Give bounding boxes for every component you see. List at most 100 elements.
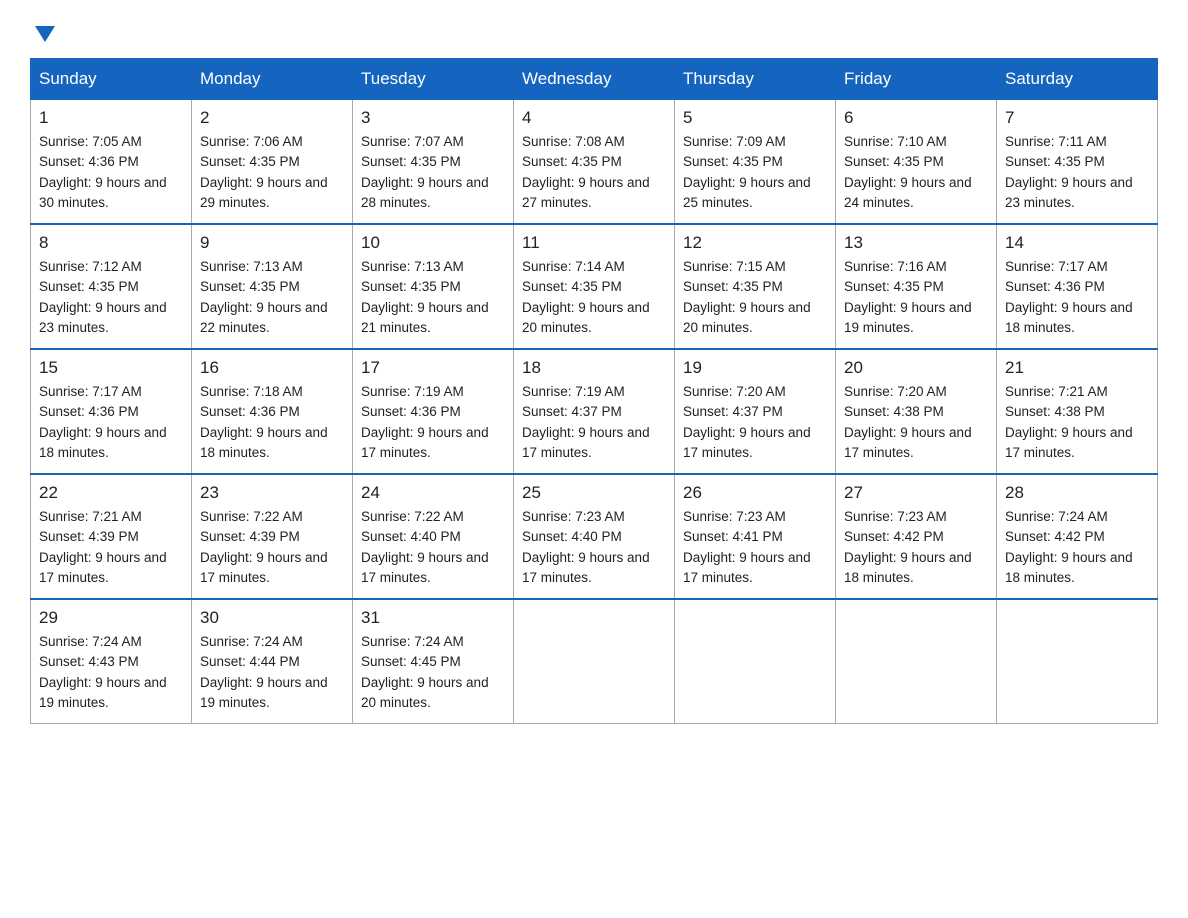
- calendar-cell: 20 Sunrise: 7:20 AMSunset: 4:38 PMDaylig…: [836, 349, 997, 474]
- calendar-week-row: 1 Sunrise: 7:05 AMSunset: 4:36 PMDayligh…: [31, 100, 1158, 225]
- day-info: Sunrise: 7:20 AMSunset: 4:37 PMDaylight:…: [683, 384, 811, 460]
- day-number: 20: [844, 358, 988, 378]
- day-info: Sunrise: 7:23 AMSunset: 4:42 PMDaylight:…: [844, 509, 972, 585]
- calendar-cell: 31 Sunrise: 7:24 AMSunset: 4:45 PMDaylig…: [353, 599, 514, 724]
- calendar-cell: [675, 599, 836, 724]
- calendar-cell: 28 Sunrise: 7:24 AMSunset: 4:42 PMDaylig…: [997, 474, 1158, 599]
- calendar-cell: 19 Sunrise: 7:20 AMSunset: 4:37 PMDaylig…: [675, 349, 836, 474]
- calendar-cell: [997, 599, 1158, 724]
- day-info: Sunrise: 7:22 AMSunset: 4:40 PMDaylight:…: [361, 509, 489, 585]
- calendar-cell: 27 Sunrise: 7:23 AMSunset: 4:42 PMDaylig…: [836, 474, 997, 599]
- calendar-cell: 14 Sunrise: 7:17 AMSunset: 4:36 PMDaylig…: [997, 224, 1158, 349]
- day-info: Sunrise: 7:20 AMSunset: 4:38 PMDaylight:…: [844, 384, 972, 460]
- day-number: 1: [39, 108, 183, 128]
- day-info: Sunrise: 7:21 AMSunset: 4:38 PMDaylight:…: [1005, 384, 1133, 460]
- header-tuesday: Tuesday: [353, 59, 514, 100]
- page-header: [30, 20, 1158, 40]
- day-number: 2: [200, 108, 344, 128]
- calendar-cell: 5 Sunrise: 7:09 AMSunset: 4:35 PMDayligh…: [675, 100, 836, 225]
- calendar-cell: 26 Sunrise: 7:23 AMSunset: 4:41 PMDaylig…: [675, 474, 836, 599]
- day-number: 27: [844, 483, 988, 503]
- calendar-week-row: 22 Sunrise: 7:21 AMSunset: 4:39 PMDaylig…: [31, 474, 1158, 599]
- day-number: 21: [1005, 358, 1149, 378]
- day-number: 14: [1005, 233, 1149, 253]
- calendar-cell: 22 Sunrise: 7:21 AMSunset: 4:39 PMDaylig…: [31, 474, 192, 599]
- day-info: Sunrise: 7:24 AMSunset: 4:43 PMDaylight:…: [39, 634, 167, 710]
- day-number: 10: [361, 233, 505, 253]
- day-info: Sunrise: 7:07 AMSunset: 4:35 PMDaylight:…: [361, 134, 489, 210]
- header-thursday: Thursday: [675, 59, 836, 100]
- day-number: 19: [683, 358, 827, 378]
- day-info: Sunrise: 7:12 AMSunset: 4:35 PMDaylight:…: [39, 259, 167, 335]
- day-info: Sunrise: 7:10 AMSunset: 4:35 PMDaylight:…: [844, 134, 972, 210]
- header-monday: Monday: [192, 59, 353, 100]
- day-number: 15: [39, 358, 183, 378]
- day-info: Sunrise: 7:17 AMSunset: 4:36 PMDaylight:…: [1005, 259, 1133, 335]
- day-info: Sunrise: 7:18 AMSunset: 4:36 PMDaylight:…: [200, 384, 328, 460]
- day-info: Sunrise: 7:21 AMSunset: 4:39 PMDaylight:…: [39, 509, 167, 585]
- day-number: 3: [361, 108, 505, 128]
- day-info: Sunrise: 7:19 AMSunset: 4:37 PMDaylight:…: [522, 384, 650, 460]
- calendar-cell: 6 Sunrise: 7:10 AMSunset: 4:35 PMDayligh…: [836, 100, 997, 225]
- calendar-cell: 3 Sunrise: 7:07 AMSunset: 4:35 PMDayligh…: [353, 100, 514, 225]
- day-info: Sunrise: 7:13 AMSunset: 4:35 PMDaylight:…: [200, 259, 328, 335]
- calendar-cell: 10 Sunrise: 7:13 AMSunset: 4:35 PMDaylig…: [353, 224, 514, 349]
- calendar-cell: 1 Sunrise: 7:05 AMSunset: 4:36 PMDayligh…: [31, 100, 192, 225]
- calendar-table: SundayMondayTuesdayWednesdayThursdayFrid…: [30, 58, 1158, 724]
- day-number: 28: [1005, 483, 1149, 503]
- calendar-cell: 9 Sunrise: 7:13 AMSunset: 4:35 PMDayligh…: [192, 224, 353, 349]
- calendar-cell: 29 Sunrise: 7:24 AMSunset: 4:43 PMDaylig…: [31, 599, 192, 724]
- day-number: 25: [522, 483, 666, 503]
- calendar-cell: 17 Sunrise: 7:19 AMSunset: 4:36 PMDaylig…: [353, 349, 514, 474]
- day-info: Sunrise: 7:15 AMSunset: 4:35 PMDaylight:…: [683, 259, 811, 335]
- logo-triangle-icon: [35, 26, 55, 42]
- day-number: 29: [39, 608, 183, 628]
- day-number: 12: [683, 233, 827, 253]
- day-info: Sunrise: 7:06 AMSunset: 4:35 PMDaylight:…: [200, 134, 328, 210]
- day-number: 18: [522, 358, 666, 378]
- header-friday: Friday: [836, 59, 997, 100]
- day-number: 7: [1005, 108, 1149, 128]
- day-number: 22: [39, 483, 183, 503]
- calendar-cell: 18 Sunrise: 7:19 AMSunset: 4:37 PMDaylig…: [514, 349, 675, 474]
- calendar-cell: 4 Sunrise: 7:08 AMSunset: 4:35 PMDayligh…: [514, 100, 675, 225]
- calendar-cell: 30 Sunrise: 7:24 AMSunset: 4:44 PMDaylig…: [192, 599, 353, 724]
- logo-blue-text: [30, 26, 55, 40]
- day-number: 31: [361, 608, 505, 628]
- day-info: Sunrise: 7:22 AMSunset: 4:39 PMDaylight:…: [200, 509, 328, 585]
- day-info: Sunrise: 7:17 AMSunset: 4:36 PMDaylight:…: [39, 384, 167, 460]
- day-number: 26: [683, 483, 827, 503]
- calendar-cell: 12 Sunrise: 7:15 AMSunset: 4:35 PMDaylig…: [675, 224, 836, 349]
- day-info: Sunrise: 7:23 AMSunset: 4:40 PMDaylight:…: [522, 509, 650, 585]
- calendar-cell: 24 Sunrise: 7:22 AMSunset: 4:40 PMDaylig…: [353, 474, 514, 599]
- day-number: 8: [39, 233, 183, 253]
- calendar-cell: 15 Sunrise: 7:17 AMSunset: 4:36 PMDaylig…: [31, 349, 192, 474]
- day-number: 4: [522, 108, 666, 128]
- day-info: Sunrise: 7:24 AMSunset: 4:45 PMDaylight:…: [361, 634, 489, 710]
- day-number: 9: [200, 233, 344, 253]
- calendar-week-row: 15 Sunrise: 7:17 AMSunset: 4:36 PMDaylig…: [31, 349, 1158, 474]
- calendar-cell: 16 Sunrise: 7:18 AMSunset: 4:36 PMDaylig…: [192, 349, 353, 474]
- calendar-cell: 21 Sunrise: 7:21 AMSunset: 4:38 PMDaylig…: [997, 349, 1158, 474]
- day-info: Sunrise: 7:05 AMSunset: 4:36 PMDaylight:…: [39, 134, 167, 210]
- day-number: 30: [200, 608, 344, 628]
- day-info: Sunrise: 7:14 AMSunset: 4:35 PMDaylight:…: [522, 259, 650, 335]
- header-saturday: Saturday: [997, 59, 1158, 100]
- day-info: Sunrise: 7:08 AMSunset: 4:35 PMDaylight:…: [522, 134, 650, 210]
- header-wednesday: Wednesday: [514, 59, 675, 100]
- header-sunday: Sunday: [31, 59, 192, 100]
- day-info: Sunrise: 7:23 AMSunset: 4:41 PMDaylight:…: [683, 509, 811, 585]
- calendar-cell: [836, 599, 997, 724]
- calendar-cell: 2 Sunrise: 7:06 AMSunset: 4:35 PMDayligh…: [192, 100, 353, 225]
- day-number: 13: [844, 233, 988, 253]
- calendar-cell: 8 Sunrise: 7:12 AMSunset: 4:35 PMDayligh…: [31, 224, 192, 349]
- calendar-cell: 13 Sunrise: 7:16 AMSunset: 4:35 PMDaylig…: [836, 224, 997, 349]
- calendar-cell: 7 Sunrise: 7:11 AMSunset: 4:35 PMDayligh…: [997, 100, 1158, 225]
- logo: [30, 20, 55, 40]
- day-number: 5: [683, 108, 827, 128]
- day-number: 6: [844, 108, 988, 128]
- day-info: Sunrise: 7:09 AMSunset: 4:35 PMDaylight:…: [683, 134, 811, 210]
- calendar-week-row: 29 Sunrise: 7:24 AMSunset: 4:43 PMDaylig…: [31, 599, 1158, 724]
- calendar-week-row: 8 Sunrise: 7:12 AMSunset: 4:35 PMDayligh…: [31, 224, 1158, 349]
- day-number: 23: [200, 483, 344, 503]
